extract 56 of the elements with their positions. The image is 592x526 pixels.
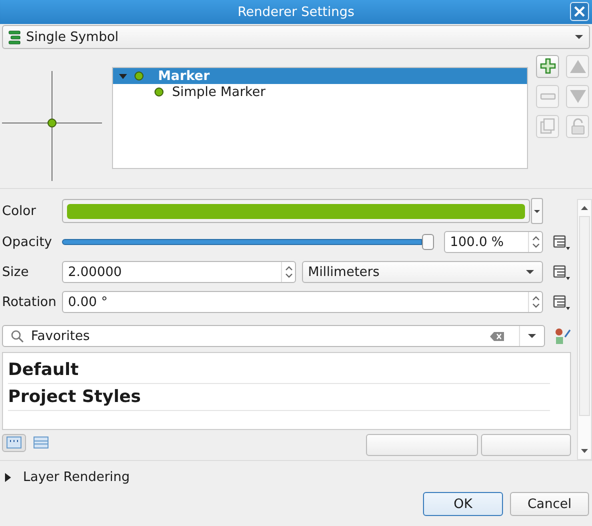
down-arrow-icon bbox=[570, 88, 586, 105]
symbol-layer-item[interactable]: Simple Marker bbox=[113, 84, 527, 100]
scrollbar[interactable] bbox=[577, 199, 592, 460]
up-arrow-icon bbox=[570, 58, 586, 75]
duplicate-icon bbox=[540, 118, 556, 135]
renderer-type-icon bbox=[8, 30, 21, 44]
field-label: Size bbox=[2, 264, 30, 280]
caret-icon bbox=[534, 210, 540, 212]
cut-off-button[interactable] bbox=[366, 434, 478, 456]
symbol-layer-item[interactable]: Marker bbox=[113, 68, 527, 84]
close-button[interactable] bbox=[570, 2, 589, 21]
color-menu-button[interactable] bbox=[531, 198, 543, 224]
caret-icon bbox=[575, 35, 583, 39]
spin-arrows-icon bbox=[532, 296, 540, 308]
icon-view-icon bbox=[6, 436, 22, 450]
icon-view-button[interactable] bbox=[2, 434, 26, 452]
caret-icon bbox=[526, 270, 534, 274]
search-field[interactable]: Favorites bbox=[2, 325, 545, 347]
search-icon bbox=[11, 330, 24, 342]
opacity-spinbox[interactable]: 100.0 % bbox=[444, 231, 543, 253]
clear-icon bbox=[490, 332, 504, 340]
window-title: Renderer Settings bbox=[238, 4, 354, 20]
data-defined-override-icon bbox=[553, 233, 571, 251]
unit-dropdown[interactable]: Millimeters bbox=[302, 261, 543, 283]
marker-dot-icon bbox=[154, 87, 164, 97]
opacity-slider[interactable] bbox=[62, 234, 434, 250]
list-view-icon bbox=[33, 436, 49, 450]
dialog-button[interactable]: OK bbox=[423, 492, 503, 516]
caret-icon bbox=[528, 334, 536, 338]
dialog-button[interactable]: Cancel bbox=[510, 492, 589, 516]
plus-icon bbox=[540, 58, 556, 75]
color-button[interactable] bbox=[62, 199, 530, 223]
scroll-down-icon bbox=[581, 449, 588, 453]
rotation-spinbox[interactable]: 0.00 ° bbox=[62, 291, 543, 313]
marker-dot-icon bbox=[134, 71, 144, 81]
close-icon bbox=[573, 5, 586, 18]
expand-arrow-icon bbox=[119, 72, 127, 80]
spin-arrows-icon bbox=[532, 236, 540, 248]
spin-arrows-icon bbox=[284, 266, 292, 278]
expand-arrow-icon bbox=[5, 472, 13, 482]
add-layer-button[interactable] bbox=[536, 55, 559, 78]
renderer-dropdown[interactable]: Single Symbol bbox=[2, 25, 590, 49]
size-spinbox[interactable]: 2.00000 bbox=[62, 261, 296, 283]
field-label: Color bbox=[2, 204, 37, 218]
library-group-heading[interactable]: Project Styles bbox=[8, 384, 550, 411]
library-group-heading[interactable]: Default bbox=[8, 357, 550, 384]
field-label: Opacity bbox=[2, 234, 54, 250]
field-label: Rotation bbox=[2, 294, 58, 310]
scroll-up-icon bbox=[581, 206, 588, 210]
slider-handle[interactable] bbox=[422, 234, 434, 250]
data-defined-override-icon bbox=[553, 263, 571, 281]
data-defined-override-icon bbox=[553, 293, 571, 311]
padlock-icon bbox=[570, 118, 586, 135]
layer-rendering-toggle[interactable]: Layer Rendering bbox=[5, 462, 589, 492]
cut-off-button[interactable] bbox=[481, 434, 571, 456]
style-manager-icon bbox=[554, 328, 571, 344]
